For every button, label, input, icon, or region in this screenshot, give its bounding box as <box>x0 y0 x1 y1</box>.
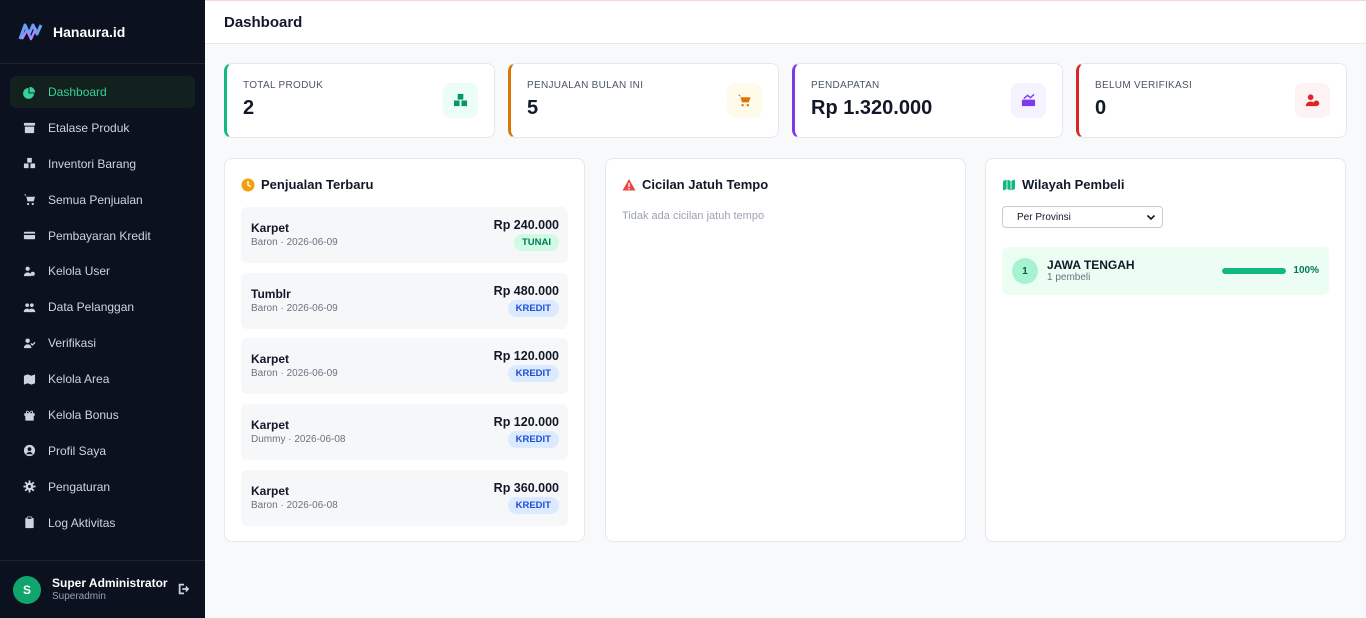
user-box: S Super Administrator Superadmin <box>0 560 205 618</box>
sidebar-item-verifikasi[interactable]: Verifikasi <box>10 327 195 359</box>
sidebar-item-label: Pembayaran Kredit <box>48 228 151 243</box>
sidebar-item-pengaturan[interactable]: Pengaturan <box>10 471 195 503</box>
sidebar: Hanaura.id Dashboard Etalase Produk Invent… <box>0 0 205 618</box>
sidebar-item-label: Data Pelanggan <box>48 300 135 315</box>
region-list: 1 JAWA TENGAH 1 pembeli 100% <box>1002 247 1329 295</box>
gear-icon <box>22 480 36 494</box>
archive-icon <box>22 121 36 135</box>
regions-title: Wilayah Pembeli <box>1022 177 1125 192</box>
topbar: Dashboard <box>205 0 1366 44</box>
payment-type-badge: KREDIT <box>507 496 559 514</box>
sidebar-item-label: Pengaturan <box>48 479 111 494</box>
sale-amount: Rp 360.000 <box>493 480 559 495</box>
sidebar-item-dashboard[interactable]: Dashboard <box>10 76 195 108</box>
payment-type-badge: TUNAI <box>513 234 559 251</box>
user-clock-icon <box>1295 83 1330 118</box>
sidebar-item-kelola-bonus[interactable]: Kelola Bonus <box>10 399 195 431</box>
cart-icon <box>22 193 36 207</box>
brand[interactable]: Hanaura.id <box>0 0 205 64</box>
user-name: Super Administrator <box>52 576 168 590</box>
stat-card-total-produk: TOTAL PRODUK 2 <box>224 63 495 138</box>
sidebar-item-label: Kelola Area <box>48 372 110 387</box>
clock-icon <box>241 178 255 192</box>
sale-meta: Baron · 2026-06-09 <box>251 237 338 248</box>
recent-sales-panel: Penjualan Terbaru Karpet Baron · 2026-06-… <box>224 158 585 542</box>
cart-icon <box>727 83 762 118</box>
payment-type-badge: KREDIT <box>507 431 559 449</box>
region-name: JAWA TENGAH <box>1047 258 1135 272</box>
boxes-icon <box>443 83 478 118</box>
users-icon <box>22 300 36 314</box>
recent-sales-title: Penjualan Terbaru <box>261 177 374 192</box>
sidebar-item-label: Profil Saya <box>48 443 107 458</box>
sidebar-item-pembayaran-kredit[interactable]: Pembayaran Kredit <box>10 220 195 252</box>
payment-type-badge: KREDIT <box>507 365 559 383</box>
users-cog-icon <box>22 264 36 278</box>
region-rank: 1 <box>1012 258 1038 284</box>
list-item[interactable]: Karpet Dummy · 2026-06-08 Rp 120.000 KREDIT <box>241 404 568 461</box>
sale-amount: Rp 120.000 <box>493 415 559 430</box>
brand-name: Hanaura.id <box>53 23 126 40</box>
user-role: Superadmin <box>52 591 106 602</box>
map-icon <box>22 372 36 386</box>
chart-pie-icon <box>22 85 36 99</box>
region-item: 1 JAWA TENGAH 1 pembeli 100% <box>1002 247 1329 295</box>
avatar[interactable]: S <box>13 575 41 604</box>
sidebar-item-kelola-user[interactable]: Kelola User <box>10 255 195 287</box>
region-buyers: 1 pembeli <box>1047 272 1091 283</box>
sidebar-item-label: Kelola Bonus <box>48 408 119 423</box>
stat-card-penjualan-bulan-ini: PENJUALAN BULAN INI 5 <box>508 63 779 138</box>
stat-card-pendapatan: PENDAPATAN Rp 1.320.000 <box>792 63 1063 138</box>
sidebar-item-log-aktivitas[interactable]: Log Aktivitas <box>10 507 195 539</box>
installments-panel: Cicilan Jatuh Tempo Tidak ada cicilan ja… <box>605 158 966 542</box>
regions-panel: Wilayah Pembeli Per Provinsi 1 JAWA TENGA… <box>985 158 1346 542</box>
sidebar-item-semua-penjualan[interactable]: Semua Penjualan <box>10 184 195 216</box>
sidebar-item-label: Etalase Produk <box>48 120 130 135</box>
boxes-icon <box>22 157 36 171</box>
credit-card-icon <box>22 229 36 243</box>
sidebar-item-label: Kelola User <box>48 264 111 279</box>
sidebar-nav: Dashboard Etalase Produk Inventori Barang S… <box>0 64 205 539</box>
region-progress-bar <box>1222 268 1286 274</box>
list-item[interactable]: Karpet Baron · 2026-06-08 Rp 360.000 KREDIT <box>241 469 568 526</box>
logout-icon[interactable] <box>177 582 193 598</box>
sale-list: Karpet Baron · 2026-06-09 Rp 240.000 TUNAI T… <box>241 207 568 526</box>
province-select-value: Per Provinsi <box>1017 211 1071 223</box>
sidebar-item-label: Log Aktivitas <box>48 515 116 530</box>
list-item[interactable]: Karpet Baron · 2026-06-09 Rp 240.000 TUNAI <box>241 207 568 263</box>
user-circle-icon <box>22 444 36 458</box>
sale-amount: Rp 120.000 <box>493 349 559 364</box>
chevron-down-icon <box>1146 214 1156 221</box>
money-chart-icon <box>1011 83 1046 118</box>
sidebar-item-kelola-area[interactable]: Kelola Area <box>10 363 195 395</box>
list-item[interactable]: Tumblr Baron · 2026-06-09 Rp 480.000 KREDIT <box>241 272 568 329</box>
map-icon <box>1002 178 1016 192</box>
sale-amount: Rp 240.000 <box>493 218 559 232</box>
sidebar-item-inventori-barang[interactable]: Inventori Barang <box>10 148 195 180</box>
sidebar-item-label: Inventori Barang <box>48 156 137 171</box>
brand-logo-icon <box>18 23 43 40</box>
stat-card-belum-verifikasi: BELUM VERIFIKASI 0 <box>1076 63 1347 138</box>
sidebar-item-profil-saya[interactable]: Profil Saya <box>10 435 195 467</box>
page-title: Dashboard <box>224 13 303 31</box>
sidebar-item-label: Semua Penjualan <box>48 192 143 207</box>
clipboard-icon <box>22 516 36 530</box>
installments-title: Cicilan Jatuh Tempo <box>642 177 769 192</box>
sidebar-item-etalase-produk[interactable]: Etalase Produk <box>10 112 195 144</box>
installments-empty-text: Tidak ada cicilan jatuh tempo <box>622 210 765 222</box>
user-check-icon <box>22 336 36 350</box>
region-progress-fill <box>1222 268 1286 274</box>
sidebar-item-data-pelanggan[interactable]: Data Pelanggan <box>10 291 195 323</box>
province-select[interactable]: Per Provinsi <box>1002 206 1163 228</box>
sidebar-item-label: Dashboard <box>48 85 107 99</box>
sidebar-item-label: Verifikasi <box>48 336 97 351</box>
list-item[interactable]: Karpet Baron · 2026-06-09 Rp 120.000 KREDIT <box>241 338 568 395</box>
gift-icon <box>22 408 36 422</box>
warning-icon <box>622 178 636 192</box>
payment-type-badge: KREDIT <box>507 299 559 317</box>
sale-amount: Rp 480.000 <box>493 283 559 298</box>
region-percent: 100% <box>1293 265 1319 276</box>
